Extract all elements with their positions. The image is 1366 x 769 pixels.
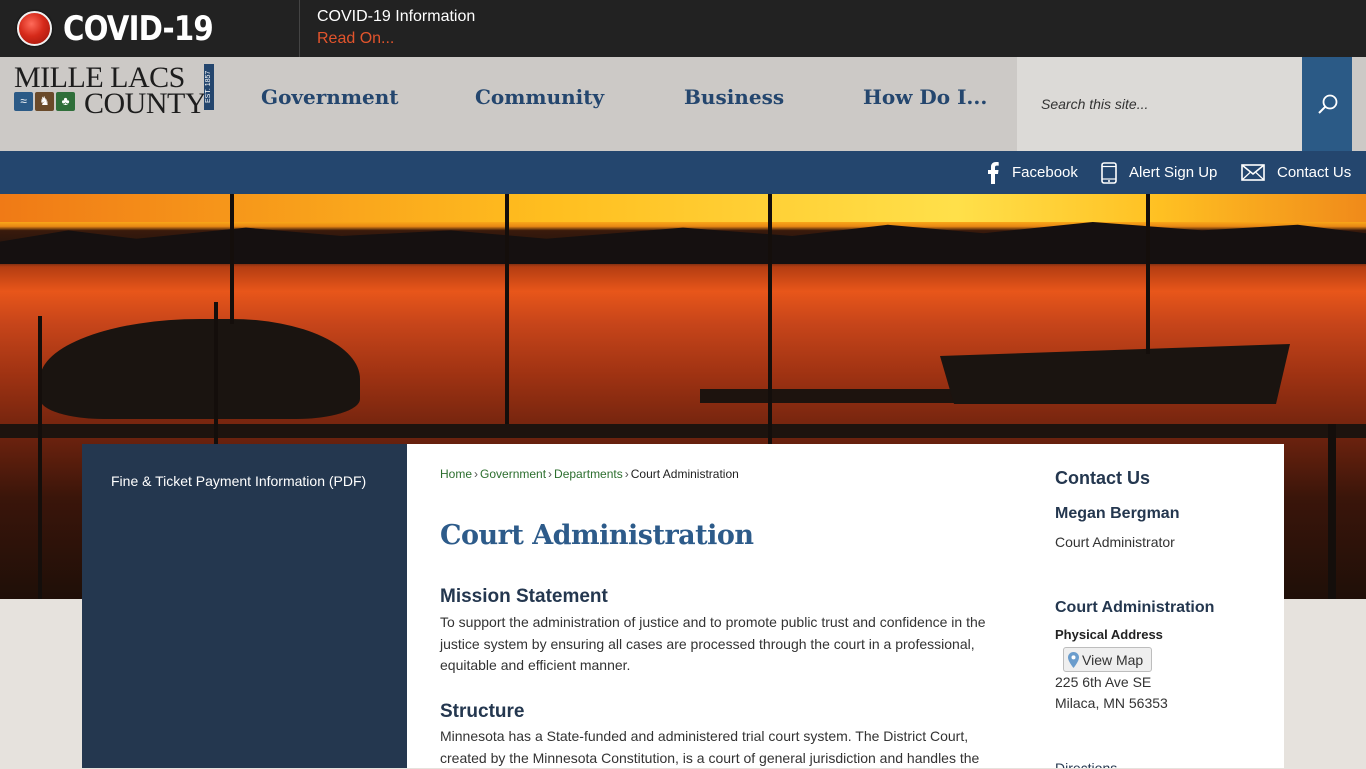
breadcrumb-separator: ›	[548, 467, 553, 481]
alert-signup-link[interactable]: Alert Sign Up	[1101, 151, 1217, 194]
nav-community[interactable]: Community	[475, 85, 604, 109]
contact-us-label: Contact Us	[1277, 164, 1352, 181]
covid-read-on-link[interactable]: Read On...	[317, 30, 394, 48]
facebook-label: Facebook	[1012, 164, 1078, 181]
utility-bar: Facebook Alert Sign Up Contact Us	[0, 151, 1366, 194]
sidebar-panel: Fine & Ticket Payment Information (PDF)	[82, 444, 407, 768]
contact-role: Court Administrator	[1055, 534, 1175, 550]
hero-sky	[0, 194, 1366, 222]
facebook-link[interactable]: Facebook	[986, 151, 1078, 194]
logo-emblems: ≈ ♞ ♣	[14, 92, 80, 112]
logo-text-line2: COUNTY	[84, 87, 207, 120]
breadcrumb-government[interactable]: Government	[480, 467, 546, 481]
directions-link[interactable]: Directions	[1055, 760, 1117, 768]
deer-icon: ♞	[35, 92, 54, 111]
site-header: MILLE LACS ≈ ♞ ♣ COUNTY EST. 1857 Governme…	[0, 57, 1366, 151]
breadcrumb: Home › Government › Departments › Court Admini…	[440, 467, 739, 481]
search-input[interactable]	[1017, 57, 1302, 151]
hero-boat-left	[40, 319, 360, 419]
hero-flag-pole	[1146, 194, 1150, 354]
page-title: Court Administration	[440, 520, 754, 551]
alert-signup-label: Alert Sign Up	[1129, 164, 1218, 181]
address-line2: Milaca, MN 56353	[1055, 695, 1168, 711]
contact-title: Contact Us	[1055, 468, 1151, 488]
structure-text: Minnesota has a State-funded and adminis…	[440, 728, 980, 766]
tree-icon: ♣	[56, 92, 75, 111]
nav-business[interactable]: Business	[684, 85, 784, 109]
hero-dock-post	[38, 316, 42, 599]
covid-info-heading: COVID-19 Information	[317, 8, 476, 25]
mission-text: To support the administration of justice…	[440, 614, 986, 673]
header-edge	[1352, 57, 1366, 151]
physical-address-label: Physical Address	[1055, 627, 1163, 642]
breadcrumb-home[interactable]: Home	[440, 467, 472, 481]
hero-dock	[0, 424, 1366, 438]
hero-boat-right	[940, 344, 1290, 404]
breadcrumb-current: Court Administration	[630, 467, 739, 481]
logo-established: EST. 1857	[204, 64, 214, 110]
mobile-phone-icon	[1101, 161, 1117, 184]
contact-name: Megan Bergman	[1055, 505, 1180, 522]
map-pin-icon	[1068, 651, 1079, 668]
contact-us-link[interactable]: Contact Us	[1241, 151, 1351, 194]
breadcrumb-departments[interactable]: Departments	[554, 467, 623, 481]
hero-flag-pole	[768, 194, 772, 444]
envelope-icon	[1241, 164, 1265, 181]
nav-how-do-i[interactable]: How Do I...	[863, 85, 987, 109]
hero-flag-pole	[505, 194, 509, 424]
contact-sidebar: Contact Us Megan Bergman Court Administr…	[1055, 444, 1284, 768]
covid-label-area[interactable]: COVID-19	[0, 0, 300, 57]
search-icon	[1318, 94, 1338, 114]
county-logo[interactable]: MILLE LACS ≈ ♞ ♣ COUNTY EST. 1857	[14, 63, 216, 120]
view-map-label: View Map	[1082, 651, 1144, 668]
hero-flag-pole	[230, 194, 234, 324]
address-line1: 225 6th Ave SE	[1055, 674, 1152, 690]
covid-banner: COVID-19 COVID-19 Information Read On...	[0, 0, 1366, 57]
fish-icon: ≈	[14, 92, 33, 111]
facebook-icon	[988, 161, 999, 184]
mission-heading: Mission Statement	[440, 586, 608, 607]
breadcrumb-separator: ›	[474, 467, 479, 481]
hero-dock-right	[700, 389, 960, 403]
alert-dot-icon	[17, 11, 52, 46]
search-button[interactable]	[1302, 57, 1352, 151]
view-map-button[interactable]: View Map	[1063, 647, 1153, 672]
structure-heading: Structure	[440, 701, 525, 722]
covid-title: COVID-19	[63, 9, 214, 49]
main-content: Home › Government › Departments › Court Admini…	[407, 444, 1284, 768]
breadcrumb-separator: ›	[624, 467, 629, 481]
contact-department: Court Administration	[1055, 599, 1215, 616]
nav-government[interactable]: Government	[261, 85, 399, 109]
hero-dock-post	[1328, 424, 1336, 599]
search-area	[1017, 57, 1302, 151]
fine-ticket-payment-link[interactable]: Fine & Ticket Payment Information (PDF)	[111, 470, 371, 492]
